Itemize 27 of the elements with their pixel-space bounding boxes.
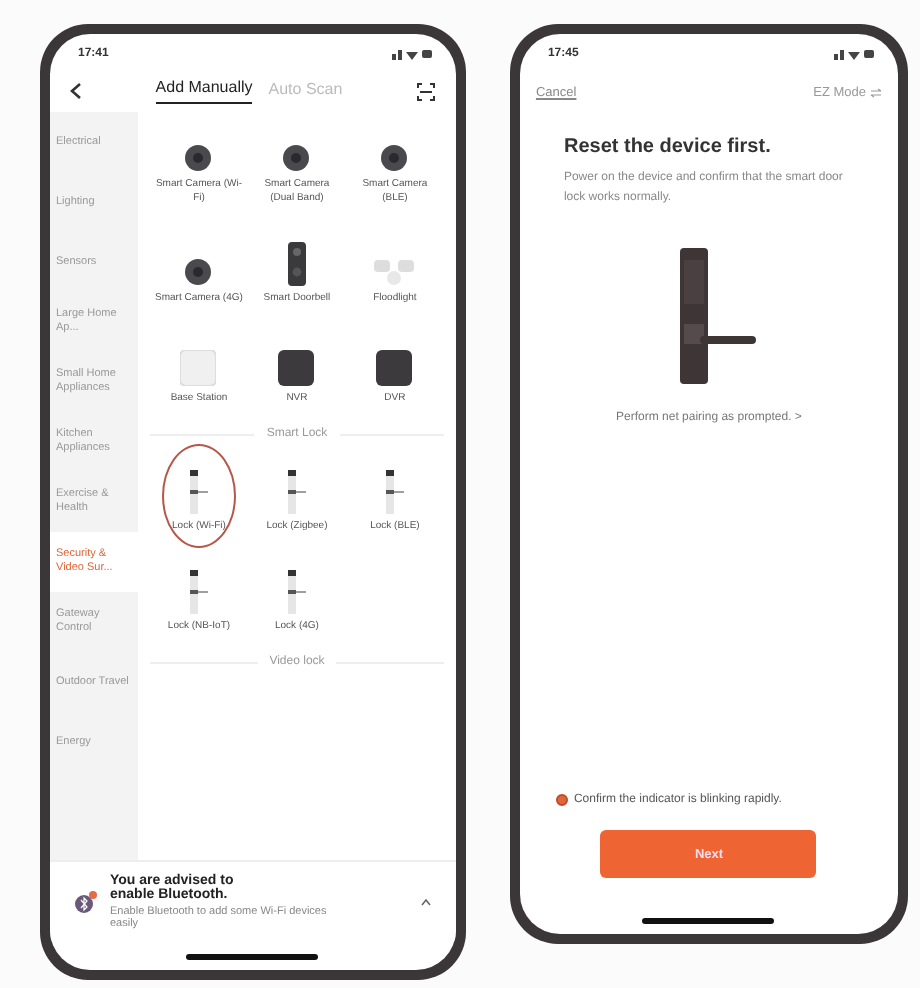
recorder-icon [376, 349, 413, 385]
back-icon[interactable] [70, 82, 82, 100]
confirm-checkbox[interactable] [555, 794, 568, 806]
scan-icon[interactable] [415, 81, 436, 101]
camera-icon [184, 257, 213, 285]
door-lock-icon [286, 469, 307, 513]
tab[interactable]: Add Manually [155, 78, 253, 104]
camera-icon [282, 144, 311, 172]
doorbell-icon [287, 241, 306, 285]
base-station-icon [180, 349, 217, 385]
bluetooth-icon [74, 890, 98, 914]
camera-icon [184, 144, 213, 172]
floodlight-icon [374, 257, 415, 285]
chevron-up-icon[interactable] [419, 898, 432, 906]
door-lock-icon [188, 569, 209, 613]
door-lock-drawing [676, 248, 757, 385]
status-icons-icon [391, 48, 432, 60]
recorder-icon [278, 349, 315, 385]
switch-icon[interactable] [870, 88, 882, 98]
door-lock-icon [384, 469, 405, 513]
door-lock-icon [286, 569, 307, 613]
home-indicator[interactable] [642, 917, 775, 923]
heading: Reset the device first. [563, 136, 773, 158]
door-lock-icon [188, 469, 209, 513]
camera-icon [380, 144, 409, 172]
status-icons-icon [834, 48, 874, 60]
home-indicator[interactable] [186, 953, 319, 959]
